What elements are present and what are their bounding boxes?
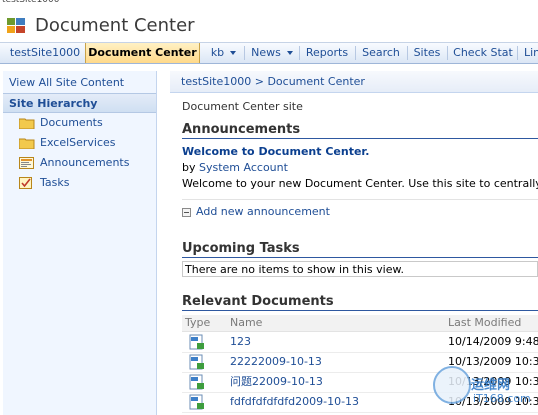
sidebar-item-label: Documents [40,116,103,129]
sidebar-item-label: Tasks [40,176,70,189]
chevron-down-icon [230,51,237,55]
watermark-subtext: iT168.com [473,392,531,405]
document-name-link[interactable]: fdfdfdfdfdfd2009-10-13 [230,392,359,412]
watermark-logo-icon [433,366,471,404]
top-navigation: testSite1000 Document Center kb News Rep… [0,42,538,64]
announcement-byline: by System Account [182,161,288,174]
announcement-by-label: by [182,161,196,174]
nav-tab-search[interactable]: Search [358,43,404,63]
nav-tab-testsite1000[interactable]: testSite1000 [6,43,84,63]
site-hierarchy-heading[interactable]: Site Hierarchy [3,93,156,113]
announcements-heading[interactable]: Announcements [182,122,538,139]
web-part-page-icon [189,374,204,390]
web-part-page-icon [189,354,204,370]
relevant-documents-heading[interactable]: Relevant Documents [182,294,538,311]
site-logo-icon [7,18,25,33]
nav-tab-document-center[interactable]: Document Center [85,43,200,63]
divider [182,199,538,200]
add-item-icon [182,208,191,217]
tasks-icon [19,177,32,189]
folder-icon [19,118,35,129]
nav-tab-kb[interactable]: kb [205,43,242,63]
window-top-text: testSite1000 [2,0,60,5]
view-all-site-content-link[interactable]: View All Site Content [9,76,124,89]
web-part-page-icon [189,334,204,350]
documents-table-header: Type Name Last Modified [182,315,538,332]
nav-divider [244,46,245,60]
announcements-icon [19,157,34,169]
announcement-title-link[interactable]: Welcome to Document Center. [182,145,369,158]
site-description: Document Center site [182,100,303,113]
column-header-name[interactable]: Name [230,315,262,331]
nav-tab-news-label: News [251,46,281,59]
column-header-type[interactable]: Type [185,315,210,331]
add-new-announcement-label: Add new announcement [196,205,330,218]
table-row[interactable]: 123 10/14/2009 9:48 AM [182,332,538,353]
document-name-link[interactable]: 22222009-10-13 [230,352,322,372]
sidebar-item-label: Announcements [40,156,130,169]
announcement-body: Welcome to your new Document Center. Use… [182,177,538,190]
nav-tab-sites[interactable]: Sites [410,43,444,63]
nav-tab-check-stat[interactable]: Check Stat [451,43,515,63]
nav-divider [407,46,408,60]
nav-divider [447,46,448,60]
breadcrumb[interactable]: testSite1000 > Document Center [170,71,538,93]
announcement-author-link[interactable]: System Account [199,161,288,174]
quick-launch-sidebar: View All Site Content Site Hierarchy Doc… [3,71,157,415]
nav-divider [299,46,300,60]
nav-divider [517,46,518,60]
tasks-empty-message: There are no items to show in this view. [182,261,538,277]
sidebar-item-label: ExcelServices [40,136,116,149]
nav-tab-links[interactable]: Lin [524,43,538,63]
document-modified: 10/14/2009 9:48 AM [448,335,538,348]
document-name-link[interactable]: 123 [230,332,251,352]
watermark-text: 运维网 [471,378,511,393]
web-part-page-icon [189,394,204,410]
nav-tab-news[interactable]: News [247,43,297,63]
chevron-down-icon [286,51,293,55]
site-title: Document Center [35,15,195,36]
nav-tab-reports[interactable]: Reports [302,43,352,63]
column-header-last-modified[interactable]: Last Modified [448,315,521,331]
nav-tab-kb-label: kb [210,46,225,59]
document-name-link[interactable]: 问题22009-10-13 [230,372,323,392]
nav-divider [355,46,356,60]
upcoming-tasks-heading[interactable]: Upcoming Tasks [182,241,538,258]
window-top-strip: testSite1000 [0,0,538,8]
watermark: 运维网 iT168.com [431,360,538,415]
site-header: Document Center [0,12,538,42]
folder-icon [19,138,35,149]
